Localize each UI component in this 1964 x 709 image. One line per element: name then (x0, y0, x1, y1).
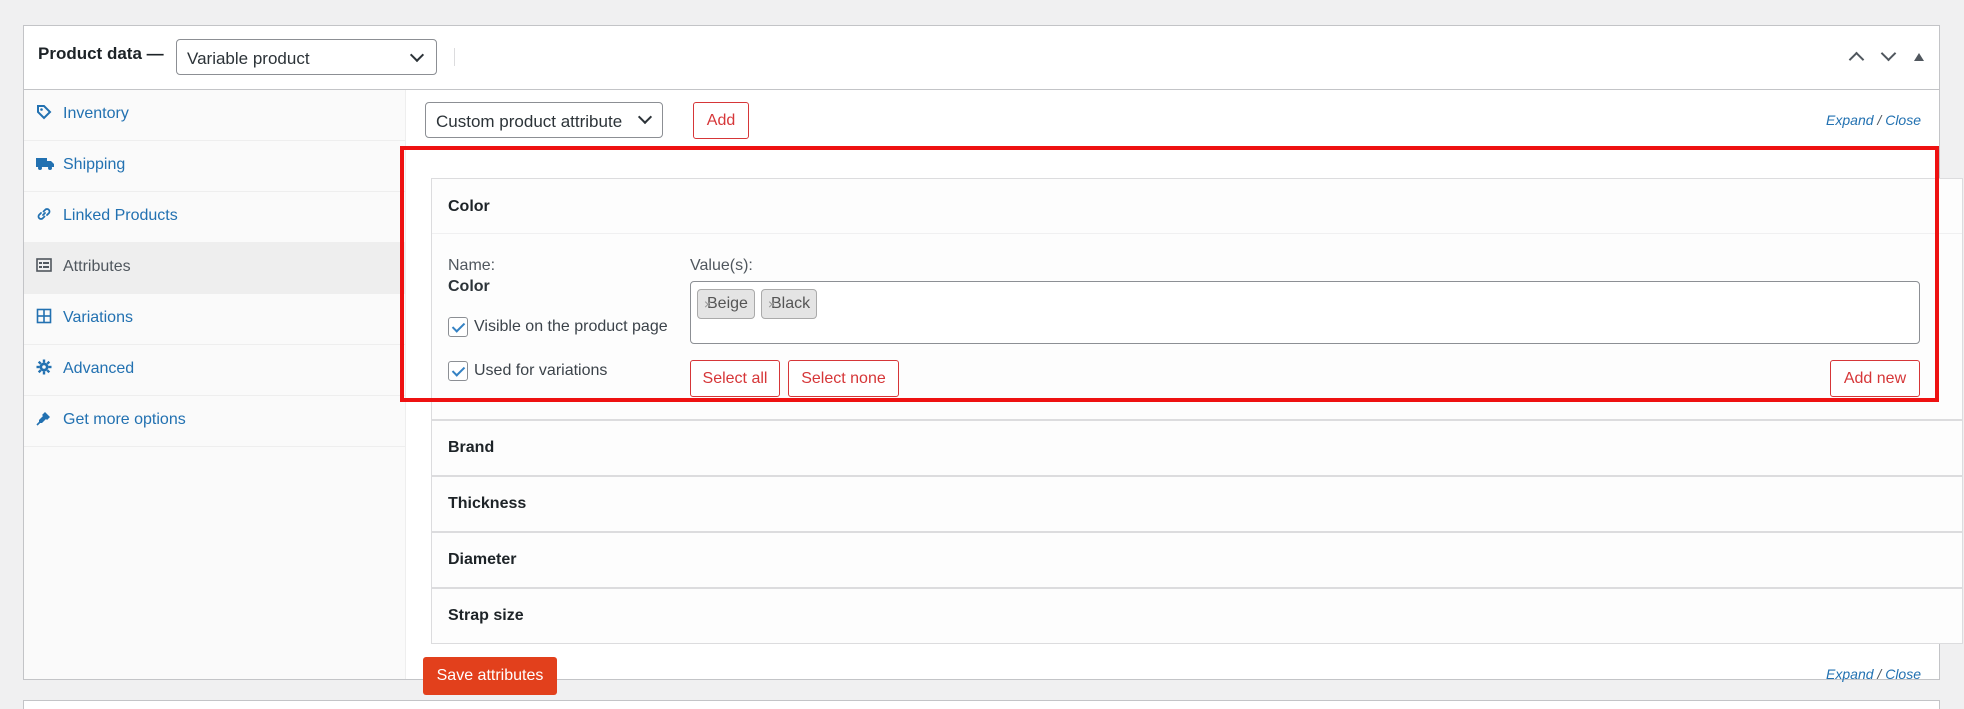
tab-label: Advanced (63, 360, 135, 377)
list-icon (36, 257, 52, 273)
truck-icon (36, 155, 54, 171)
name-label: Name: (448, 257, 496, 274)
expand-close-top: Expand / Close (1826, 112, 1921, 128)
select-all-button[interactable]: Select all (690, 360, 780, 397)
close-all-link[interactable]: Close (1885, 666, 1921, 682)
product-data-header: Product data — Variable product (24, 26, 1939, 90)
attribute-select[interactable]: Custom product attribute (425, 102, 663, 138)
tab-shipping[interactable]: Shipping (24, 141, 406, 192)
grid-icon (36, 308, 52, 324)
header-divider (454, 48, 455, 66)
visible-on-product-page-label: Visible on the product page (474, 318, 668, 335)
visible-on-product-page-checkbox[interactable] (448, 317, 468, 337)
chevron-down-icon (1880, 45, 1897, 62)
value-chip[interactable]: × Beige (697, 289, 755, 319)
values-label: Value(s): (690, 257, 753, 274)
remove-chip-icon[interactable]: × (701, 290, 715, 318)
attribute-strap-size[interactable]: Strap size (431, 588, 1963, 644)
attribute-color-header[interactable]: Color (432, 179, 1962, 234)
product-data-title: Product data — (38, 44, 164, 63)
attribute-title: Diameter (448, 551, 517, 568)
attribute-title: Color (448, 198, 490, 215)
link-icon (36, 206, 52, 222)
tab-label: Inventory (63, 105, 129, 122)
attribute-thickness[interactable]: Thickness (431, 476, 1963, 532)
values-input[interactable]: × Beige × Black (690, 281, 1920, 344)
add-new-value-button[interactable]: Add new (1830, 360, 1920, 397)
chevron-down-icon (637, 109, 653, 125)
tab-label: Attributes (63, 258, 131, 275)
gear-icon (36, 359, 52, 375)
triangle-up-icon (1914, 53, 1924, 61)
tag-icon (36, 104, 52, 120)
attribute-title: Thickness (448, 495, 527, 512)
expand-close-bottom: Expand / Close (1826, 666, 1921, 682)
toggle-panel-button[interactable] (1908, 46, 1932, 70)
expand-all-link[interactable]: Expand (1826, 112, 1873, 128)
tab-advanced[interactable]: Advanced (24, 345, 406, 396)
next-postbox-edge (23, 700, 1940, 709)
chevron-down-icon (409, 47, 425, 63)
tab-label: Shipping (63, 156, 126, 173)
attribute-select-value: Custom product attribute (436, 112, 623, 131)
product-type-select[interactable]: Variable product (176, 39, 437, 75)
used-for-variations-checkbox[interactable] (448, 361, 468, 381)
attribute-color: Color Name: Color Visible on the product… (431, 178, 1963, 420)
move-up-button[interactable] (1845, 46, 1869, 70)
select-none-button[interactable]: Select none (788, 360, 899, 397)
chevron-up-icon (1848, 51, 1865, 68)
tab-label: Variations (63, 309, 133, 326)
product-type-value: Variable product (187, 49, 310, 68)
tab-variations[interactable]: Variations (24, 294, 406, 345)
tab-label: Get more options (63, 411, 186, 428)
expand-close-separator: / (1877, 112, 1882, 128)
plugin-icon (36, 410, 52, 426)
move-down-button[interactable] (1877, 45, 1901, 70)
expand-all-link[interactable]: Expand (1826, 666, 1873, 682)
expand-close-separator: / (1877, 666, 1882, 682)
tab-get-more-options[interactable]: Get more options (24, 396, 406, 447)
tab-label: Linked Products (63, 207, 178, 224)
value-chip[interactable]: × Black (761, 289, 818, 319)
remove-chip-icon[interactable]: × (765, 290, 779, 318)
add-attribute-button[interactable]: Add (693, 102, 749, 139)
product-data-box: Product data — Variable product Inventor… (23, 25, 1963, 695)
name-value: Color (448, 278, 490, 295)
tab-linked-products[interactable]: Linked Products (24, 192, 406, 243)
close-all-link[interactable]: Close (1885, 112, 1921, 128)
save-attributes-button[interactable]: Save attributes (423, 657, 557, 695)
attributes-panel: Custom product attribute Add Expand / Cl… (407, 90, 1963, 695)
tab-attributes[interactable]: Attributes (24, 243, 406, 294)
used-for-variations-label: Used for variations (474, 362, 608, 379)
attribute-title: Brand (448, 439, 495, 456)
tab-inventory[interactable]: Inventory (24, 90, 406, 141)
attribute-brand[interactable]: Brand (431, 420, 1963, 476)
attribute-diameter[interactable]: Diameter (431, 532, 1963, 588)
product-data-tabs: Inventory Shipping Linked Products Attri… (24, 90, 406, 679)
attribute-title: Strap size (448, 607, 524, 624)
